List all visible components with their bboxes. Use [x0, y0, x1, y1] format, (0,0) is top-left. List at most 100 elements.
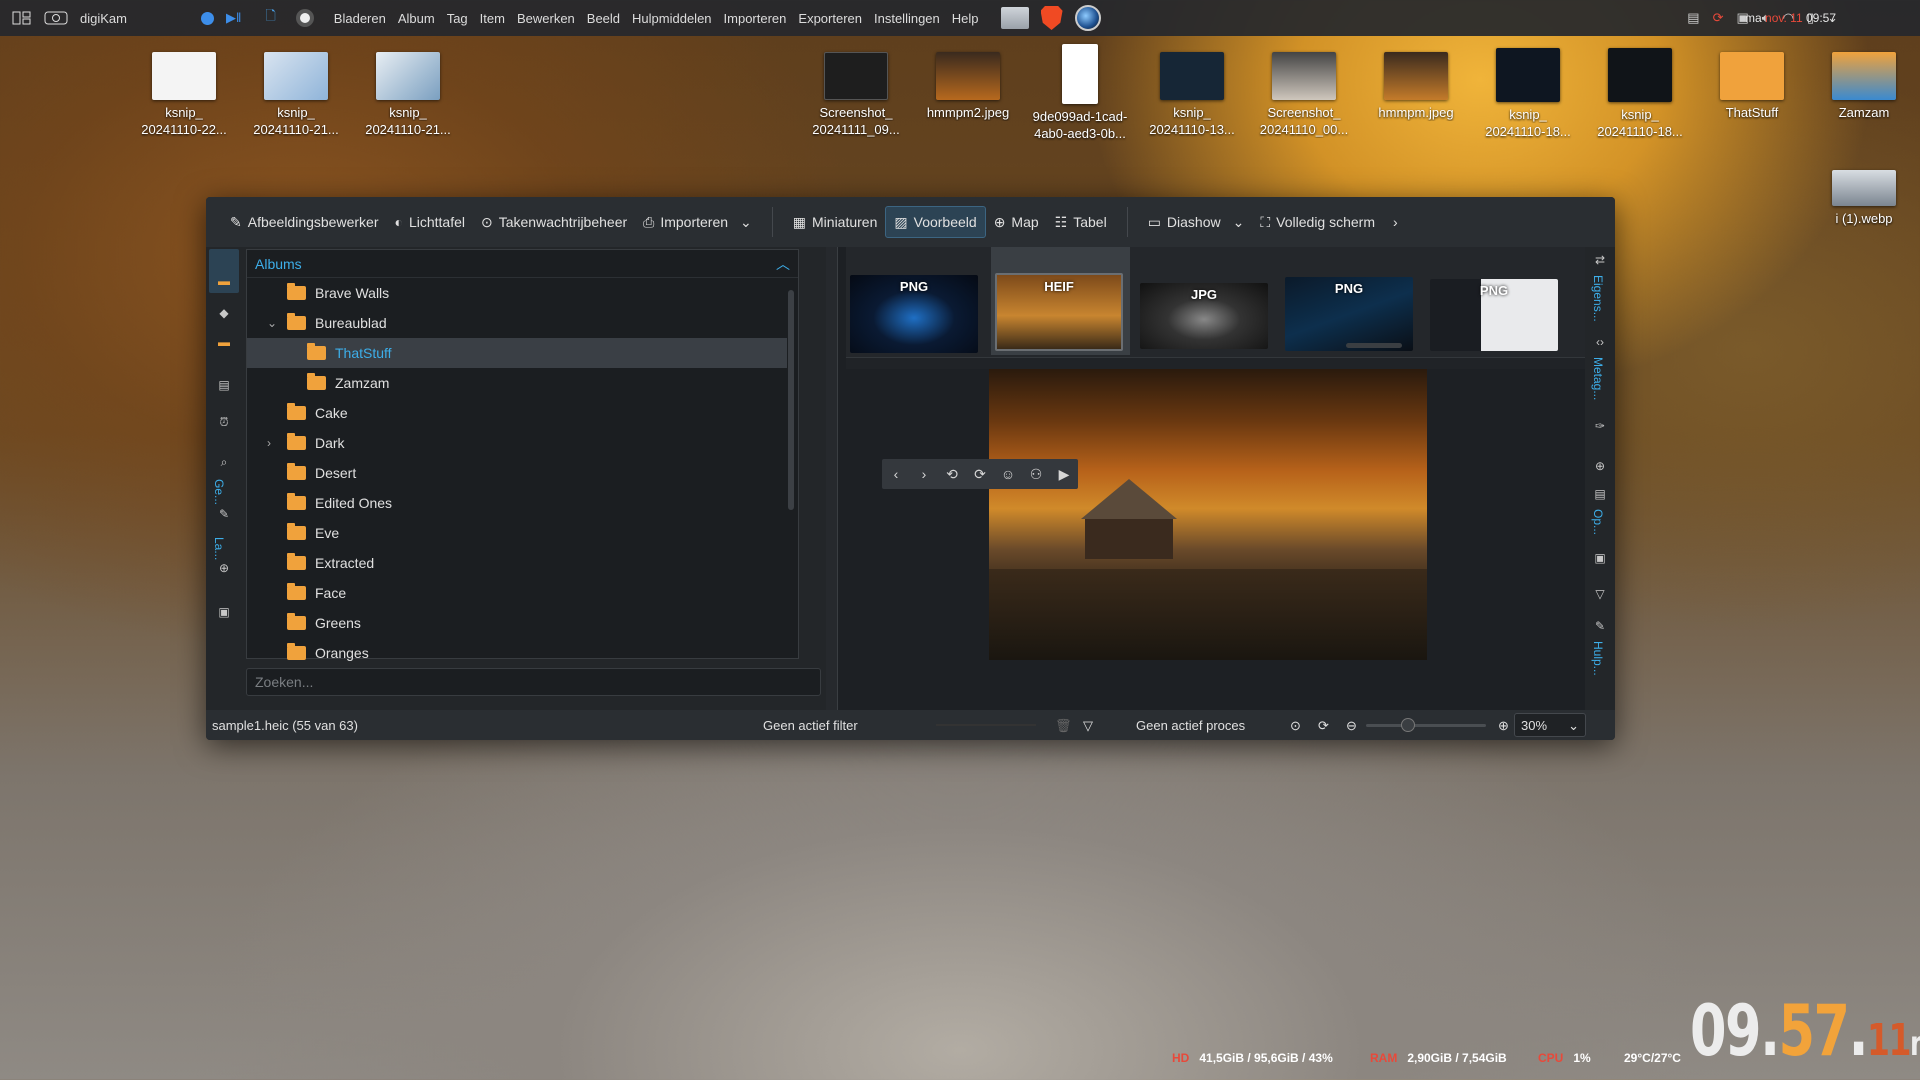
- filmstrip-thumb[interactable]: PNG: [1430, 279, 1558, 351]
- album-tree-item[interactable]: › Dark: [247, 428, 787, 458]
- map-globe-icon[interactable]: ⊕: [1592, 459, 1608, 473]
- settings-sidebar-icon[interactable]: ▣: [216, 605, 232, 621]
- filmstrip-scrollbar[interactable]: [1346, 343, 1402, 348]
- app-icon-button[interactable]: [38, 0, 74, 36]
- zoom-select[interactable]: 30% ⌄: [1514, 713, 1586, 737]
- properties-tab[interactable]: Eigens...: [1591, 275, 1605, 322]
- filter-icon[interactable]: ▽: [1592, 587, 1608, 601]
- desktop-file-icon[interactable]: 9de099ad-1cad- 4ab0-aed3-0b...: [1024, 44, 1136, 142]
- desktop-file-icon[interactable]: ksnip_ 20241110-13...: [1136, 52, 1248, 138]
- album-tree-item[interactable]: Zamzam: [247, 368, 787, 398]
- map-view-button[interactable]: ⊕ Map: [986, 206, 1047, 238]
- expand-chevron-right-icon[interactable]: ›: [267, 436, 271, 450]
- menu-item[interactable]: Item: [474, 11, 511, 26]
- overview-button[interactable]: [6, 0, 38, 36]
- previous-icon[interactable]: ‹: [882, 466, 910, 482]
- menu-instellingen[interactable]: Instellingen: [868, 11, 946, 26]
- expand-chevron-down-icon[interactable]: ⌄: [267, 316, 277, 330]
- labels-folder-icon[interactable]: ▬: [216, 335, 232, 351]
- metadata-tab[interactable]: Metag...: [1591, 357, 1605, 400]
- app-launcher-globe[interactable]: [1069, 0, 1107, 36]
- play-icon[interactable]: ▶: [1050, 466, 1078, 483]
- menu-importeren[interactable]: Importeren: [718, 11, 793, 26]
- tools-pencil-icon[interactable]: ✎: [1592, 619, 1608, 633]
- album-tree-item[interactable]: ⌄ Bureaublad: [247, 308, 787, 338]
- document-search-icon[interactable]: 🗋: [259, 0, 281, 36]
- album-tree-item[interactable]: Greens: [247, 608, 787, 638]
- filmstrip-thumb-selected[interactable]: HEIF: [995, 273, 1123, 351]
- panel-clock[interactable]: ma nov. 11 09:57: [1745, 11, 1836, 25]
- labels-tab[interactable]: La...: [212, 537, 226, 560]
- rotate-right-icon[interactable]: ⟳: [966, 466, 994, 483]
- queue-manager-button[interactable]: ⊙ Takenwachtrijbeheer: [473, 206, 635, 238]
- light-table-button[interactable]: ◐ Lichttafel: [386, 206, 473, 238]
- album-tree-item[interactable]: ThatStuff: [247, 338, 787, 368]
- captions-icon[interactable]: ▣: [1592, 551, 1608, 565]
- zoom-in-icon[interactable]: ⊕: [1498, 718, 1509, 734]
- desktop-file-icon[interactable]: ksnip_ 20241110-21...: [352, 52, 464, 138]
- timeline-icon[interactable]: ⏰︎: [216, 415, 232, 431]
- desktop-file-icon[interactable]: Screenshot_ 20241111_09...: [800, 52, 912, 138]
- calendar-icon[interactable]: ▤: [216, 378, 232, 394]
- versions-icon[interactable]: ▤: [1592, 487, 1608, 501]
- menu-help[interactable]: Help: [946, 11, 985, 26]
- desktop-file-icon[interactable]: ksnip_ 20241110-22...: [128, 52, 240, 138]
- collapse-chevron-up-icon[interactable]: ︿: [776, 254, 790, 274]
- desktop-file-icon[interactable]: Screenshot_ 20241110_00...: [1248, 52, 1360, 138]
- desktop-file-icon[interactable]: ksnip_ 20241110-18...: [1472, 48, 1584, 140]
- options-tab[interactable]: Op...: [1591, 509, 1605, 535]
- desktop-folder-icon[interactable]: ThatStuff: [1696, 52, 1808, 121]
- album-tree-item[interactable]: Desert: [247, 458, 787, 488]
- zoom-slider-handle[interactable]: [1401, 718, 1415, 732]
- zoom-fit-icon[interactable]: ⊙: [1290, 718, 1301, 734]
- menu-bewerken[interactable]: Bewerken: [511, 11, 581, 26]
- albums-header[interactable]: Albums ︿: [247, 250, 798, 278]
- album-tree-item[interactable]: Eve: [247, 518, 787, 548]
- edit-brush-icon[interactable]: ✎: [216, 507, 232, 523]
- album-tree-item[interactable]: Extracted: [247, 548, 787, 578]
- desktop-file-icon[interactable]: hmmpm.jpeg: [1360, 52, 1472, 121]
- image-editor-button[interactable]: ✎ Afbeeldingsbewerker: [222, 206, 386, 238]
- fullscreen-button[interactable]: ⛶ Volledig scherm: [1252, 206, 1383, 238]
- filmstrip-thumb[interactable]: JPG: [1140, 283, 1268, 349]
- album-tree-item[interactable]: Cake: [247, 398, 787, 428]
- menu-album[interactable]: Album: [392, 11, 441, 26]
- record-indicator-icon[interactable]: [195, 0, 220, 36]
- map-globe-icon[interactable]: ⊕: [216, 561, 232, 577]
- thumbnails-view-button[interactable]: ▦ Miniaturen: [785, 206, 886, 238]
- tools-tab[interactable]: Hulp...: [1591, 641, 1605, 676]
- code-icon[interactable]: ‹›: [1592, 335, 1608, 349]
- media-play-icon[interactable]: ▶‖: [220, 0, 247, 36]
- preview-view-button[interactable]: ▨ Voorbeeld: [885, 206, 986, 238]
- toolbar-more-chevron-icon[interactable]: ›: [1385, 206, 1406, 238]
- file-manager-launcher[interactable]: [995, 0, 1035, 36]
- album-tree-item[interactable]: Brave Walls: [247, 278, 787, 308]
- chat-icon[interactable]: ▤: [1687, 10, 1699, 26]
- next-icon[interactable]: ›: [910, 466, 938, 482]
- menu-bladeren[interactable]: Bladeren: [328, 11, 392, 26]
- zoom-out-icon[interactable]: ⊖: [1346, 718, 1357, 734]
- album-tree-item[interactable]: Face: [247, 578, 787, 608]
- menu-hulpmiddelen[interactable]: Hulpmiddelen: [626, 11, 718, 26]
- zoom-reset-icon[interactable]: ⟳: [1318, 718, 1329, 734]
- properties-adjust-icon[interactable]: ⇄: [1592, 253, 1608, 267]
- search-icon[interactable]: ⌕: [216, 455, 232, 471]
- menu-exporteren[interactable]: Exporteren: [792, 11, 868, 26]
- color-picker-icon[interactable]: ✑: [1592, 419, 1608, 433]
- zoom-slider[interactable]: [1366, 718, 1486, 732]
- filmstrip-thumb[interactable]: PNG: [850, 275, 978, 353]
- import-button[interactable]: ⎙ Importeren ⌄: [635, 206, 760, 238]
- menu-beeld[interactable]: Beeld: [581, 11, 626, 26]
- preview-image[interactable]: [989, 369, 1427, 660]
- chevron-down-icon[interactable]: ⌄: [1233, 214, 1245, 231]
- brave-browser-launcher[interactable]: [1035, 0, 1069, 36]
- album-tree-item[interactable]: Oranges: [247, 638, 787, 668]
- face-tag-icon[interactable]: ☺: [994, 466, 1022, 482]
- update-icon[interactable]: ⟳: [1713, 10, 1724, 26]
- trash-icon[interactable]: 🗑︎: [1055, 718, 1072, 734]
- rotate-left-icon[interactable]: ⟲: [938, 466, 966, 483]
- album-tree-item[interactable]: Edited Ones: [247, 488, 787, 518]
- albums-scrollbar[interactable]: [788, 290, 794, 510]
- add-face-icon[interactable]: ⚇: [1022, 466, 1050, 483]
- albums-search-input[interactable]: Zoeken...: [246, 668, 821, 696]
